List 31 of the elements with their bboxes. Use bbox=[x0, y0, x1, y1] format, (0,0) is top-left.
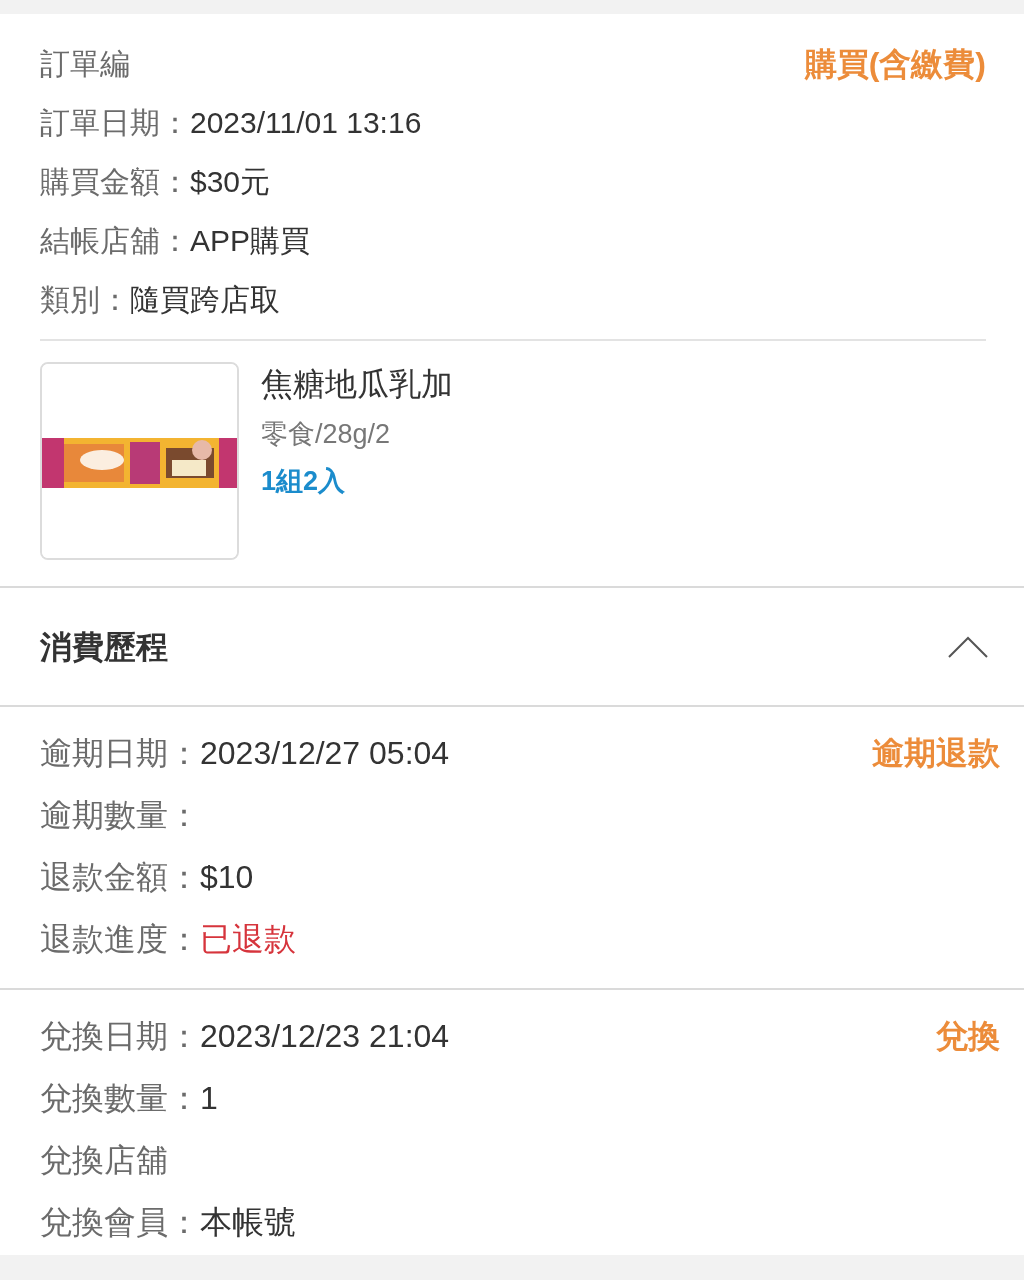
pack-size: 1組2入 bbox=[261, 464, 347, 498]
field-value: APP購買 bbox=[190, 223, 311, 259]
field-label: 退款金額： bbox=[40, 858, 200, 897]
section-title: 消費歷程 bbox=[40, 627, 168, 667]
field-value: 2023/11/01 13:16 bbox=[190, 105, 422, 141]
field-value: 隨買跨店取 bbox=[130, 282, 280, 318]
status-text: 已退款 bbox=[200, 920, 296, 959]
field-label: 訂單編 bbox=[40, 46, 130, 82]
chevron-up-icon[interactable] bbox=[948, 635, 988, 658]
field-label: 兌換數量： bbox=[40, 1079, 200, 1118]
field-value: 2023/12/27 05:04 bbox=[200, 734, 450, 773]
field-label: 逾期日期： bbox=[40, 734, 200, 773]
field-label: 兌換會員： bbox=[40, 1203, 200, 1242]
field-label: 兌換日期： bbox=[40, 1017, 200, 1056]
field-value: 本帳號 bbox=[200, 1203, 296, 1242]
field-value: 2023/12/23 21:04 bbox=[200, 1017, 450, 1056]
product-name: 焦糖地瓜乳加 bbox=[261, 365, 453, 404]
field-label: 購買金額： bbox=[40, 164, 190, 200]
field-label: 兌換店舖 bbox=[40, 1141, 168, 1180]
type-label: 兌換 bbox=[936, 1017, 1000, 1056]
field-label: 逾期數量： bbox=[40, 796, 200, 835]
field-label: 退款進度： bbox=[40, 920, 200, 959]
field-value: $30元 bbox=[190, 164, 271, 200]
field-label: 結帳店舖： bbox=[40, 223, 190, 259]
field-value: 1 bbox=[200, 1079, 218, 1118]
field-label: 類別： bbox=[40, 282, 130, 318]
type-label: 逾期退款 bbox=[872, 734, 1000, 773]
field-value: $10 bbox=[200, 858, 254, 897]
product-spec: 零食/28g/2 bbox=[261, 418, 392, 451]
type-label: 購買(含繳費) bbox=[804, 44, 986, 84]
field-label: 訂單日期： bbox=[40, 105, 190, 141]
